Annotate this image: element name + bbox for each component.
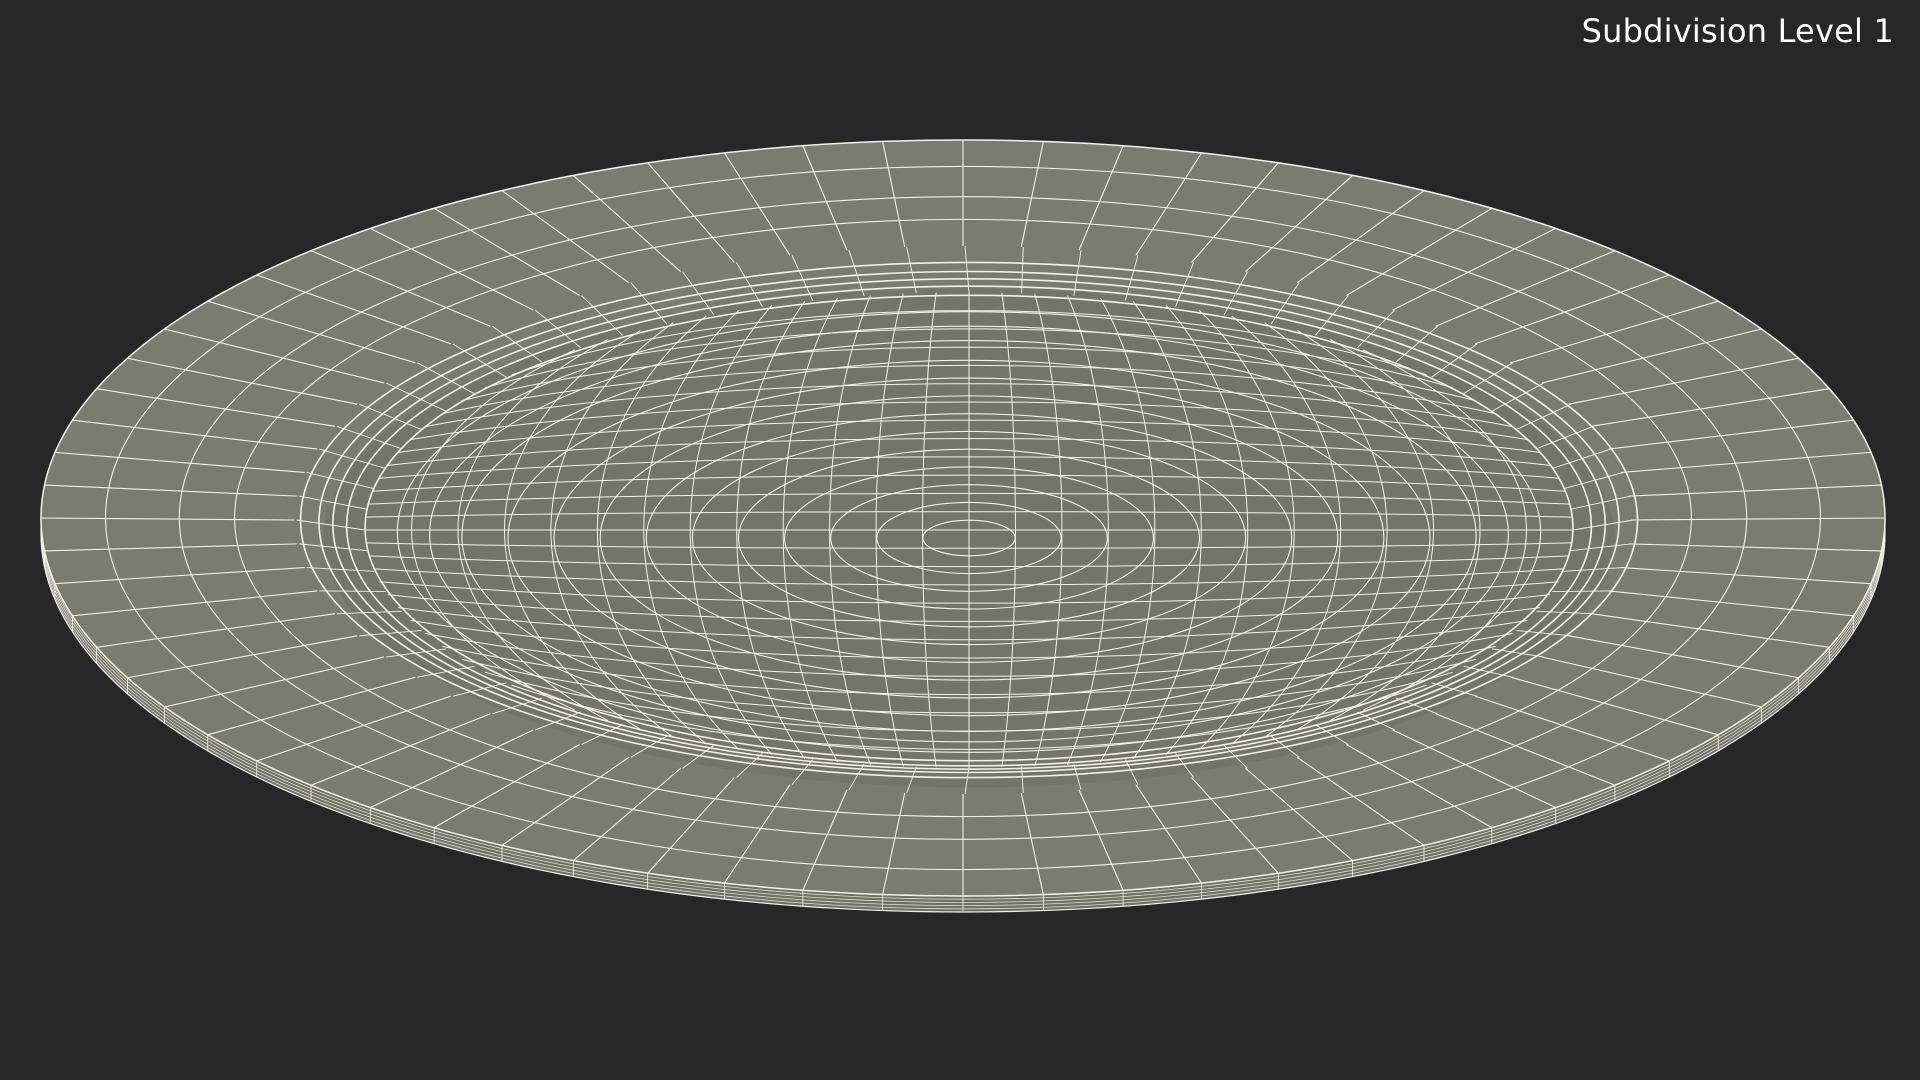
plate-wireframe-mesh[interactable] bbox=[0, 0, 1920, 1080]
plate-slope-edge bbox=[319, 590, 386, 592]
3d-viewport[interactable]: Subdivision Level 1 bbox=[0, 0, 1920, 1080]
plate-slope-edge bbox=[1552, 590, 1611, 592]
subdivision-level-label: Subdivision Level 1 bbox=[1581, 12, 1894, 50]
